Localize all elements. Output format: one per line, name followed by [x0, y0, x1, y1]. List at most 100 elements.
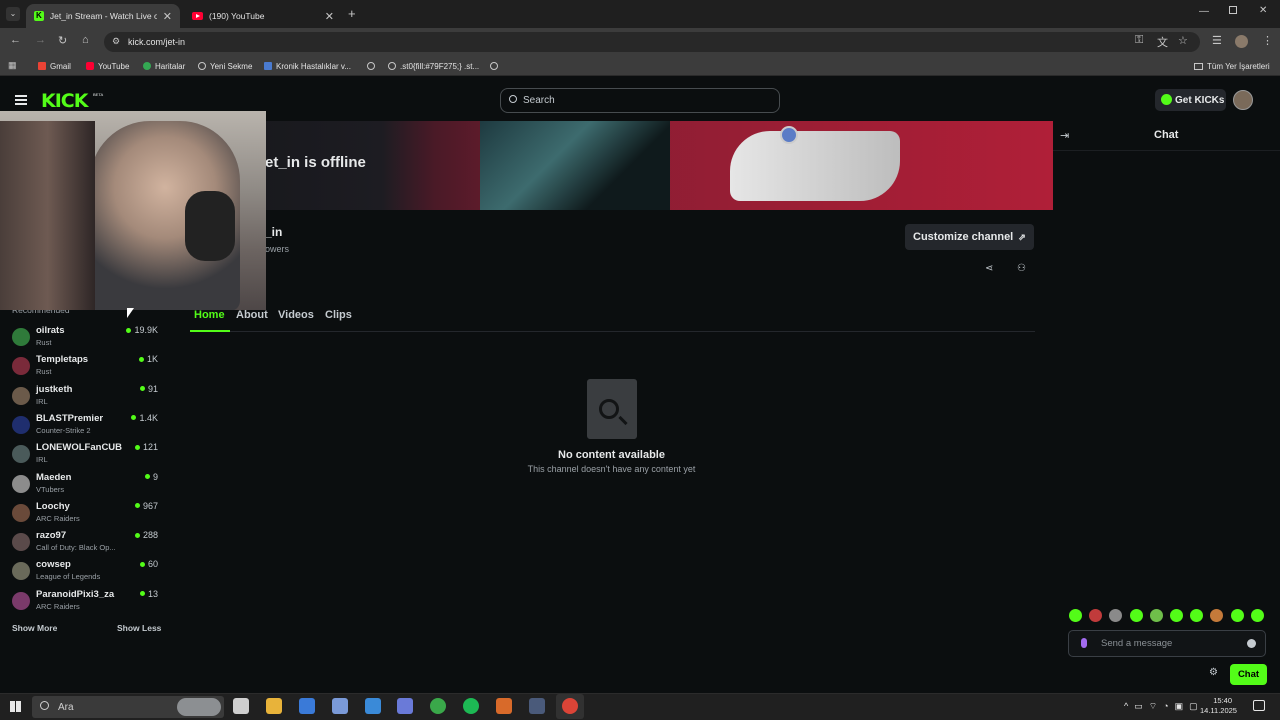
- bookmark-yeni-sekme[interactable]: Yeni Sekme: [198, 59, 252, 73]
- emote-icon[interactable]: [1250, 609, 1264, 622]
- channel-category: Counter-Strike 2: [36, 425, 91, 435]
- tab-about[interactable]: About: [236, 309, 268, 321]
- restore-window-icon[interactable]: [1229, 6, 1237, 14]
- banner-art-left: [480, 121, 670, 210]
- add-user-icon[interactable]: ⚇: [1017, 263, 1026, 274]
- app-icon[interactable]: [397, 698, 413, 714]
- tab-groups-icon[interactable]: ☰: [1212, 34, 1222, 47]
- tab-home[interactable]: Home: [194, 309, 225, 321]
- live-dot-icon: [134, 503, 140, 509]
- emote-icon[interactable]: [1129, 609, 1143, 622]
- chat-settings-icon[interactable]: ⚙: [1209, 667, 1218, 678]
- show-less-link[interactable]: Show Less: [117, 623, 161, 633]
- recommended-channel[interactable]: cowsep League of Legends 60: [0, 558, 170, 586]
- hamburger-menu-icon[interactable]: [15, 95, 27, 105]
- bookmark-haritalar[interactable]: Haritalar: [143, 59, 185, 73]
- bookmark-gmail[interactable]: Gmail: [38, 59, 71, 73]
- password-key-icon[interactable]: ⚿: [1135, 34, 1143, 47]
- translate-icon[interactable]: 文: [1157, 34, 1168, 50]
- bookmark-globe[interactable]: [367, 59, 375, 73]
- tab-clips[interactable]: Clips: [325, 309, 352, 321]
- app-icon[interactable]: [496, 698, 512, 714]
- kick-logo[interactable]: KICK: [41, 90, 88, 112]
- close-window-icon[interactable]: ✕: [1259, 5, 1267, 16]
- tab-videos[interactable]: Videos: [278, 309, 314, 321]
- magnifier-handle: [618, 415, 628, 426]
- channel-name: cowsep: [36, 559, 71, 571]
- chrome-icon[interactable]: [430, 698, 446, 714]
- minimize-window-icon[interactable]: —: [1199, 6, 1209, 17]
- notifications-icon[interactable]: [1253, 700, 1265, 711]
- emote-icon[interactable]: [1149, 609, 1163, 622]
- file-explorer-icon[interactable]: [266, 698, 282, 714]
- user-avatar[interactable]: [1233, 90, 1253, 110]
- site-info-icon[interactable]: ⚙: [112, 36, 120, 47]
- profile-avatar[interactable]: [1235, 35, 1248, 48]
- show-more-link[interactable]: Show More: [12, 623, 57, 633]
- collapse-chat-icon[interactable]: ⇥: [1060, 129, 1069, 142]
- browser-menu-icon[interactable]: ⋮: [1262, 34, 1273, 47]
- mail-icon[interactable]: [365, 698, 381, 714]
- tab-youtube[interactable]: (190) YouTube ✕: [184, 4, 342, 28]
- reload-icon[interactable]: ↻: [58, 34, 67, 47]
- recommended-channel[interactable]: justketh IRL 91: [0, 383, 170, 411]
- home-icon[interactable]: ⌂: [82, 34, 89, 46]
- emoji-picker-icon[interactable]: [1247, 639, 1256, 648]
- bookmark-svg[interactable]: .st0{fill:#79F275;} .st...: [388, 59, 479, 73]
- store-icon[interactable]: [332, 698, 348, 714]
- webcam-headphones: [185, 191, 235, 261]
- send-chat-button[interactable]: Chat: [1230, 664, 1267, 685]
- taskbar-clock[interactable]: 15:40 14.11.2025: [1200, 696, 1237, 716]
- bookmark-kronik[interactable]: Kronik Hastalıklar v...: [264, 59, 351, 73]
- forward-icon[interactable]: →: [35, 34, 46, 46]
- recommended-channel[interactable]: razo97 Call of Duty: Black Op... 288: [0, 529, 170, 557]
- share-icon[interactable]: ⋖: [985, 263, 993, 274]
- magnifier-icon: [599, 399, 619, 419]
- customize-channel-button[interactable]: Customize channel ⇗: [905, 224, 1034, 250]
- copilot-icon[interactable]: [299, 698, 315, 714]
- tab-kick-title: Jet_in Stream - Watch Live on Ki: [49, 11, 157, 21]
- channel-name: _in: [265, 225, 283, 239]
- emote-icon[interactable]: [1170, 609, 1183, 622]
- all-bookmarks[interactable]: Tüm Yer İşaretleri: [1194, 59, 1270, 73]
- recommended-channel[interactable]: Loochy ARC Raiders 967: [0, 500, 170, 528]
- new-tab-icon[interactable]: +: [348, 6, 356, 21]
- channel-avatar: [12, 386, 30, 405]
- emote-icon[interactable]: [1089, 609, 1103, 622]
- recommended-channel[interactable]: ParanoidPixi3_za ARC Raiders 13: [0, 588, 170, 616]
- channel-avatar: [12, 562, 30, 581]
- close-tab-icon[interactable]: ✕: [163, 10, 172, 23]
- emote-icon[interactable]: [1230, 609, 1244, 622]
- back-icon[interactable]: ←: [10, 34, 21, 46]
- emote-icon[interactable]: [1210, 609, 1224, 622]
- channel-category: VTubers: [36, 484, 65, 494]
- recommended-channel[interactable]: oilrats Rust 19.9K: [0, 324, 170, 352]
- bookmark-star-icon[interactable]: ☆: [1178, 34, 1188, 47]
- microphone-icon[interactable]: [1081, 638, 1087, 648]
- taskbar-search-input[interactable]: Ara: [32, 696, 224, 718]
- tab-kick[interactable]: K Jet_in Stream - Watch Live on Ki ✕: [26, 4, 180, 28]
- bookmark-youtube[interactable]: YouTube: [86, 59, 129, 73]
- steam-icon[interactable]: [529, 698, 545, 714]
- chat-message-input[interactable]: Send a message: [1068, 630, 1266, 657]
- emote-icon[interactable]: [1109, 609, 1123, 622]
- apps-grid-icon[interactable]: ▦: [8, 60, 17, 71]
- viewer-count: 288: [134, 530, 158, 540]
- recommended-channel[interactable]: Maeden VTubers 9: [0, 471, 170, 499]
- recommended-channel[interactable]: BLASTPremier Counter-Strike 2 1.4K: [0, 412, 170, 440]
- bookmark-globe-2[interactable]: [490, 59, 498, 73]
- chrome-active-icon[interactable]: [562, 698, 578, 714]
- spotify-icon[interactable]: [463, 698, 479, 714]
- emote-icon[interactable]: [1190, 609, 1204, 622]
- get-kicks-button[interactable]: Get KICKs: [1155, 89, 1226, 111]
- message-placeholder: Send a message: [1101, 638, 1173, 649]
- recommended-channel[interactable]: Templetaps Rust 1K: [0, 353, 170, 381]
- close-tab-icon[interactable]: ✕: [325, 10, 334, 23]
- task-view-icon[interactable]: [233, 698, 249, 714]
- emote-icon[interactable]: [1069, 609, 1082, 622]
- address-bar[interactable]: ⚙ kick.com/jet-in: [104, 32, 1200, 52]
- windows-start-icon[interactable]: [10, 701, 21, 712]
- tab-search-button[interactable]: ⌄: [6, 7, 20, 21]
- search-input[interactable]: Search: [500, 88, 780, 113]
- channel-name: Templetaps: [36, 354, 89, 366]
